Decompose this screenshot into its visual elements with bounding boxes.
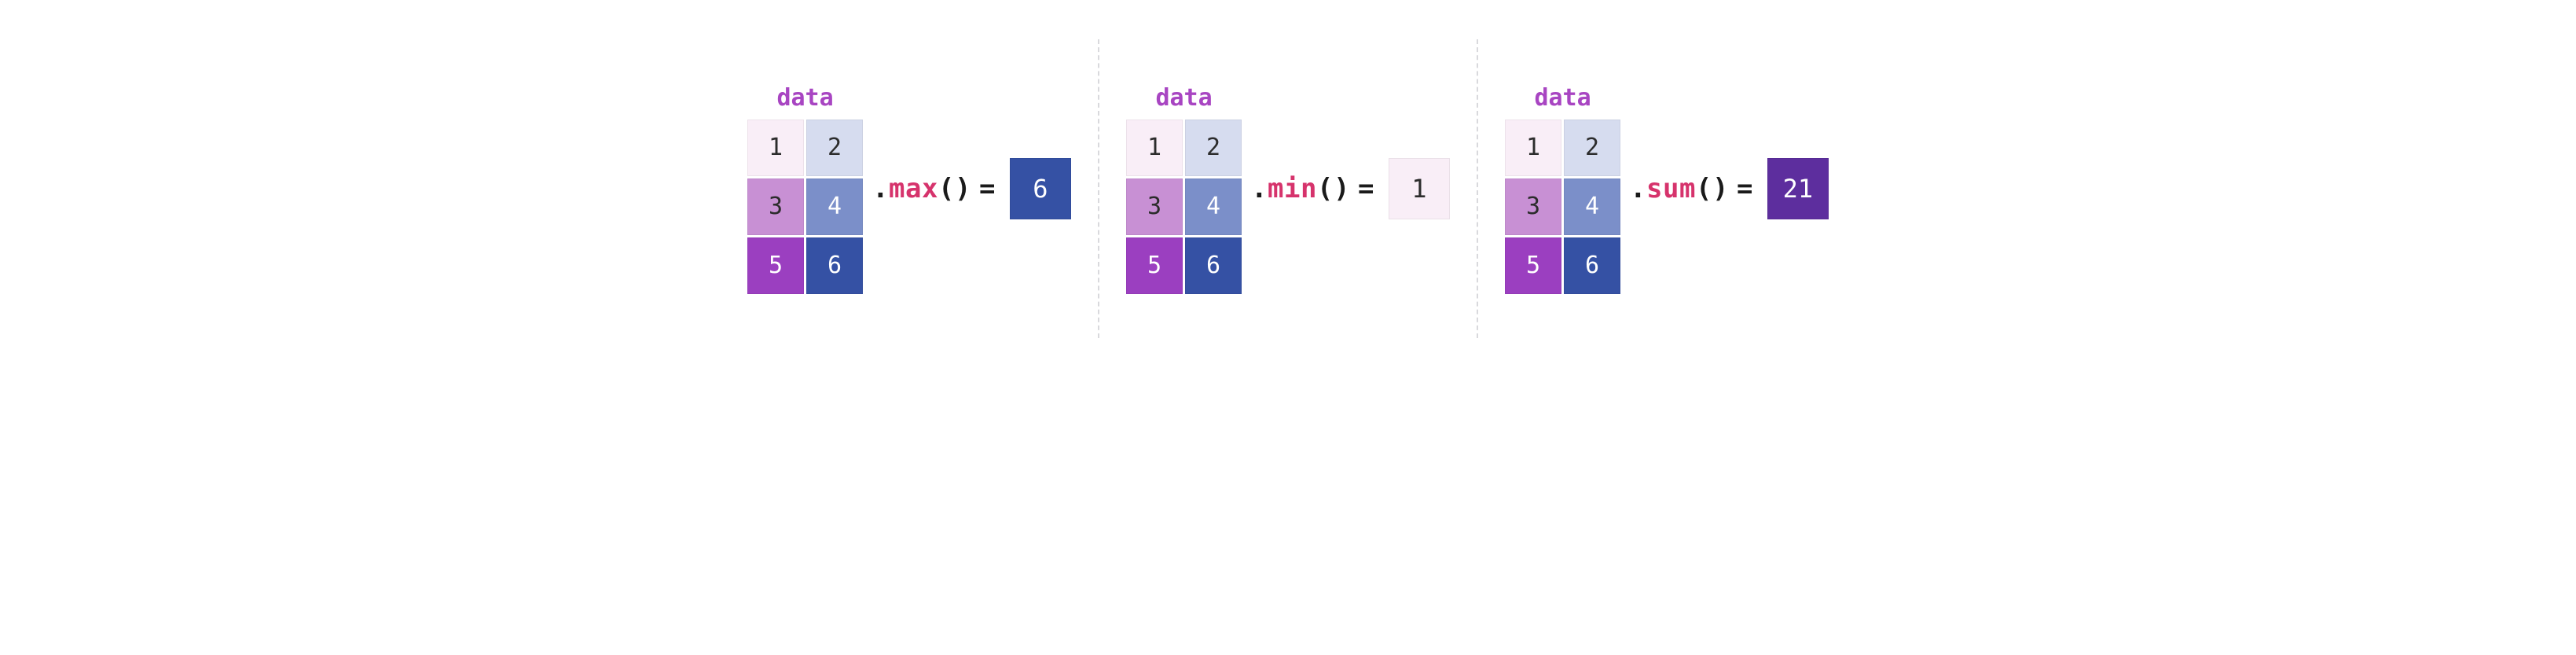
function-name: sum (1646, 173, 1696, 204)
operation-label: .min()= (1251, 173, 1379, 204)
function-name: max (889, 173, 938, 204)
matrix-title: data (1534, 84, 1591, 112)
matrix-cell: 6 (806, 237, 863, 294)
diagram-row: data 1 2 3 4 5 6 .max()= 6 data (721, 39, 1855, 338)
dot: . (872, 173, 889, 204)
matrix-cell: 6 (1564, 237, 1620, 294)
function-name: min (1268, 173, 1317, 204)
matrix-wrap: data 1 2 3 4 5 6 (747, 84, 863, 294)
matrix-title: data (776, 84, 833, 112)
open-paren: ( (1317, 173, 1334, 204)
dot: . (1251, 173, 1268, 204)
dot: . (1630, 173, 1646, 204)
matrix-cell: 5 (747, 237, 804, 294)
panel-block: data 1 2 3 4 5 6 .sum()= 21 (1505, 84, 1829, 294)
equals-sign: = (1729, 173, 1758, 204)
operation-label: .sum()= (1630, 173, 1758, 204)
close-paren: ) (1334, 173, 1350, 204)
matrix-cell: 2 (806, 120, 863, 176)
panel-sum: data 1 2 3 4 5 6 .sum()= 21 (1478, 39, 1855, 338)
matrix-cell: 1 (1505, 120, 1561, 176)
matrix-title: data (1155, 84, 1212, 112)
open-paren: ( (938, 173, 955, 204)
result-cell: 21 (1767, 158, 1829, 219)
open-paren: ( (1696, 173, 1712, 204)
equals-sign: = (971, 173, 1000, 204)
matrix-cell: 3 (1505, 178, 1561, 235)
panel-max: data 1 2 3 4 5 6 .max()= 6 (721, 39, 1098, 338)
close-paren: ) (1712, 173, 1729, 204)
panel-block: data 1 2 3 4 5 6 .max()= 6 (747, 84, 1071, 294)
operation-label: .max()= (872, 173, 1000, 204)
matrix-cell: 6 (1185, 237, 1242, 294)
matrix-wrap: data 1 2 3 4 5 6 (1126, 84, 1242, 294)
matrix-cell: 4 (806, 178, 863, 235)
matrix-cell: 4 (1185, 178, 1242, 235)
matrix-cell: 2 (1185, 120, 1242, 176)
equals-sign: = (1350, 173, 1379, 204)
matrix-cell: 2 (1564, 120, 1620, 176)
matrix-cell: 4 (1564, 178, 1620, 235)
matrix-cell: 1 (1126, 120, 1183, 176)
matrix-cell: 5 (1505, 237, 1561, 294)
matrix-wrap: data 1 2 3 4 5 6 (1505, 84, 1620, 294)
close-paren: ) (955, 173, 971, 204)
matrix-cell: 1 (747, 120, 804, 176)
matrix-grid: 1 2 3 4 5 6 (1126, 120, 1242, 294)
panel-block: data 1 2 3 4 5 6 .min()= 1 (1126, 84, 1450, 294)
matrix-cell: 3 (1126, 178, 1183, 235)
matrix-cell: 3 (747, 178, 804, 235)
matrix-cell: 5 (1126, 237, 1183, 294)
matrix-grid: 1 2 3 4 5 6 (747, 120, 863, 294)
matrix-grid: 1 2 3 4 5 6 (1505, 120, 1620, 294)
panel-min: data 1 2 3 4 5 6 .min()= 1 (1099, 39, 1477, 338)
result-cell: 1 (1389, 158, 1450, 219)
result-cell: 6 (1010, 158, 1071, 219)
